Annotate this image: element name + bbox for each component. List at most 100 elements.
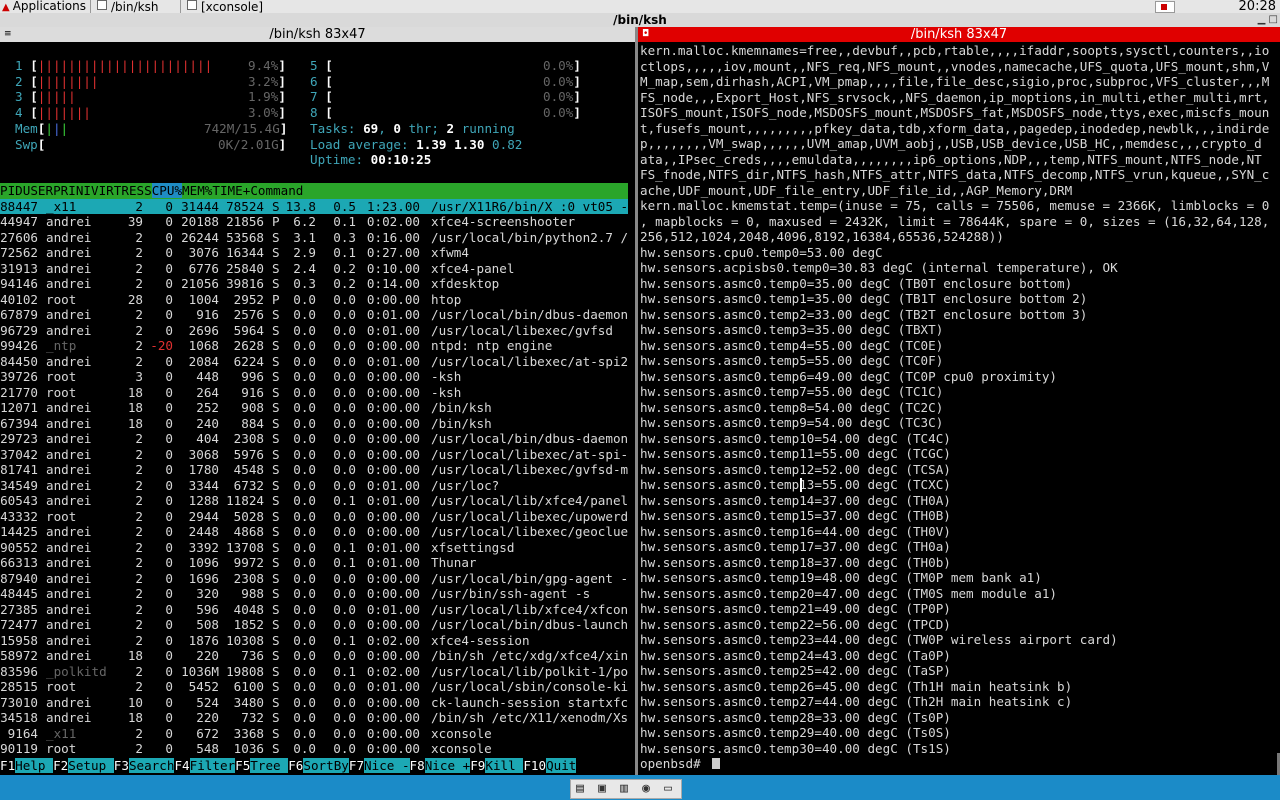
web-browser-icon[interactable]: ◉ [637,780,655,798]
process-row[interactable]: 84450 andrei 2 0 2084 6224 S 0.0 0.0 0:01.00/usr/… [0,354,628,370]
process-row[interactable]: 87940 andrei 2 0 1696 2308 S 0.0 0.0 0:00.00/usr/… [0,571,628,587]
col-header-virt[interactable]: VIRT [91,183,121,198]
process-row[interactable]: 90552 andrei 2 0 3392 13708 S 0.0 0.1 0:01.00 xfse… [0,540,628,556]
cell-res: 732 [241,710,264,725]
col-header-cpu[interactable]: CPU% [151,183,183,198]
col-header-pid[interactable]: PID [0,183,23,198]
cell-mem: 0.0 [333,694,356,710]
col-header-pri[interactable]: PRI [53,183,76,198]
col-header-s[interactable]: S [144,183,152,198]
process-row[interactable]: 31913 andrei 2 0 6776 25840 S 2.4 0.2 0:10.00 xfce… [0,261,628,277]
process-row[interactable]: 60543 andrei 2 0 1288 11824 S 0.0 0.1 0:01.00/usr… [0,493,628,509]
fkey-label[interactable]: Tree [250,758,289,773]
fkey-label[interactable]: Quit [546,758,577,773]
process-row[interactable]: 34549 andrei 2 0 3344 6732 S 0.0 0.0 0:01.00/usr/… [0,478,628,494]
process-row[interactable]: 73010 andrei 10 0 524 3480 S 0.0 0.0 0:00.00 ck-la… [0,695,628,711]
process-row[interactable]: 21770 root 18 0 264 916 S 0.0 0.0 0:00.00 -ksh [0,385,628,401]
process-row[interactable]: 14425 andrei 2 0 2448 4868 S 0.0 0.0 0:00.00/usr/… [0,524,628,540]
function-key-bar[interactable]: F1Help F2Setup F3SearchF4FilterF5Tree F6… [0,758,628,774]
fkey-f7[interactable]: F7 [349,758,364,773]
process-row[interactable]: 72477 andrei 2 0 508 1852 S 0.0 0.0 0:00.00/usr/l… [0,617,628,633]
tray-indicator-icon[interactable] [1155,1,1175,13]
fkey-f4[interactable]: F4 [174,758,189,773]
process-row[interactable]: 81741 andrei 2 0 1780 4548 S 0.0 0.0 0:00.00/usr/… [0,462,628,478]
cell-mem: 0.1 [333,632,356,648]
process-row[interactable]: 27606 andrei 2 0 26244 53568 S 3.1 0.3 0:16.00/us… [0,230,628,246]
process-row[interactable]: 58972 andrei 18 0 220 736 S 0.0 0.0 0:00.00/bin/s… [0,648,628,664]
col-header-mem[interactable]: MEM% [182,183,212,198]
taskbar-tab-ksh[interactable]: /bin/ksh [90,0,164,14]
fkey-label[interactable]: Filter [189,758,236,773]
process-row[interactable]: 66313 andrei 2 0 1096 9972 S 0.0 0.1 0:01.00 Thuna… [0,555,628,571]
process-row[interactable]: 28515 root 2 0 5452 6100 S 0.0 0.0 0:01.00/usr/lo… [0,679,628,695]
cell-virt: 26244 [181,229,219,245]
process-row[interactable]: 27385 andrei 2 0 596 4048 S 0.0 0.0 0:01.00/usr/l… [0,602,628,618]
folder-icon[interactable]: ▭ [659,780,677,798]
col-header-time[interactable]: TIME+ [212,183,250,198]
process-row[interactable]: 12071 andrei 18 0 252 908 S 0.0 0.0 0:00.00/bin/k… [0,400,628,416]
process-row[interactable]: 9164 _x11 2 0 672 3368 S 0.0 0.0 0:00.00 xconsole [0,726,628,742]
process-row[interactable]: 34518 andrei 18 0 220 732 S 0.0 0.0 0:00.00/bin/s… [0,710,628,726]
fkey-label[interactable]: Kill [485,758,524,773]
pane-menu-icon[interactable]: ≡ [4,27,12,42]
fkey-label[interactable]: Nice + [424,758,471,773]
console-line: kern.malloc.kmemstat.temp=(inuse = 75, c… [640,198,1270,213]
process-row[interactable]: 88447 _x11 2 0 31444 78524 S 13.8 0.5 1:23.00/usr… [0,198,628,214]
process-row[interactable]: 99426 _ntp 2 -20 1068 2628 S 0.0 0.0 0:00.00 ntpd:… [0,338,628,354]
fkey-label[interactable]: Help [15,758,54,773]
clock[interactable]: 20:28 [1239,0,1276,13]
process-row[interactable]: 83596 _polkitd 2 0 1036M 19808 S 0.0 0.1 0:02.00 /… [0,664,628,680]
pane-menu-icon[interactable]: ◘ [642,27,649,42]
fkey-f1[interactable]: F1 [0,758,15,773]
process-row[interactable]: 39726 root 3 0 448 996 S 0.0 0.0 0:00.00 -ksh [0,369,628,385]
fkey-f9[interactable]: F9 [470,758,485,773]
terminal-icon[interactable]: ▣ [593,780,611,798]
cell-res: 78524 [226,198,264,214]
cell-pri: 2 [135,198,143,214]
process-row[interactable]: 15958 andrei 2 0 1876 10308 S 0.0 0.1 0:02.00 xfce… [0,633,628,649]
shell-prompt[interactable]: openbsd# [640,756,721,772]
window-title[interactable]: /bin/ksh [0,13,1280,28]
app-finder-icon[interactable]: ▥ [615,780,633,798]
fkey-label[interactable]: Search [128,758,175,773]
fkey-f5[interactable]: F5 [235,758,250,773]
fkey-f2[interactable]: F2 [53,758,68,773]
file-manager-icon[interactable]: ▤ [571,780,589,798]
process-table-header[interactable]: PIDUSERPRINIVIRTRESSCPU%MEM%TIME+Command [0,183,628,199]
process-row[interactable]: 72562 andrei 2 0 3076 16344 S 2.9 0.1 0:27.00 xfwm… [0,245,628,261]
process-row[interactable]: 40102 root 28 0 1004 2952 P 0.0 0.0 0:00.00 htop [0,292,628,308]
maximize-icon[interactable]: □ [1269,14,1278,25]
taskbar-tab-xconsole[interactable]: [xconsole] [180,0,281,14]
fkey-f3[interactable]: F3 [114,758,129,773]
col-header-ni[interactable]: NI [76,183,91,198]
process-row[interactable]: 48445 andrei 2 0 320 988 S 0.0 0.0 0:00.00/usr/bi… [0,586,628,602]
ksh-terminal[interactable]: kern.malloc.kmemnames=free,,devbuf,,pcb,… [638,43,1280,775]
process-row[interactable]: 43332 root 2 0 2944 5028 S 0.0 0.0 0:00.00/usr/lo… [0,509,628,525]
right-pane-title[interactable]: ◘ /bin/ksh 83x47 [638,27,1280,42]
process-row[interactable]: 37042 andrei 2 0 3068 5976 S 0.0 0.0 0:00.00/usr/… [0,447,628,463]
col-header-command[interactable]: Command [250,183,303,198]
fkey-f8[interactable]: F8 [410,758,425,773]
fkey-label[interactable]: Setup [68,758,114,773]
cell-cpu: 0.0 [293,741,316,756]
cell-pid: 29723 [0,431,38,446]
applications-menu[interactable]: ▲ Applications [0,0,90,14]
htop-terminal[interactable]: 1 [||||||||||||||||||||||| 9.4%] 2 [||||||… [0,43,635,775]
fkey-f10[interactable]: F10 [523,758,546,773]
col-header-user[interactable]: USER [23,183,53,198]
console-line: hw.sensors.acpisbs0.temp0=30.83 degC (in… [640,260,1118,275]
fkey-f6[interactable]: F6 [288,758,303,773]
process-row[interactable]: 67879 andrei 2 0 916 2576 S 0.0 0.0 0:01.00/usr/l… [0,307,628,323]
fkey-label[interactable]: SortBy [303,758,349,773]
fkey-label[interactable]: Nice - [364,758,410,773]
process-row[interactable]: 96729 andrei 2 0 2696 5964 S 0.0 0.0 0:01.00/usr/… [0,323,628,339]
process-row[interactable]: 29723 andrei 2 0 404 2308 S 0.0 0.0 0:00.00/usr/l… [0,431,628,447]
process-row[interactable]: 44947 andrei 39 0 20188 21856 P 6.2 0.1 0:02.00 xf… [0,214,628,230]
process-row[interactable]: 94146 andrei 2 0 21056 39816 S 0.3 0.2 0:14.00 xfd… [0,276,628,292]
minimize-icon[interactable]: ▁ [1258,14,1266,25]
process-row[interactable]: 67394 andrei 18 0 240 884 S 0.0 0.0 0:00.00/bin/k… [0,416,628,432]
cell-time: 1:23.00 [366,198,420,214]
col-header-res[interactable]: RES [121,183,144,198]
process-row[interactable]: 90119 root 2 0 548 1036 S 0.0 0.0 0:00.00 xconsole [0,741,628,757]
left-pane-title[interactable]: ≡ /bin/ksh 83x47 [0,27,635,42]
